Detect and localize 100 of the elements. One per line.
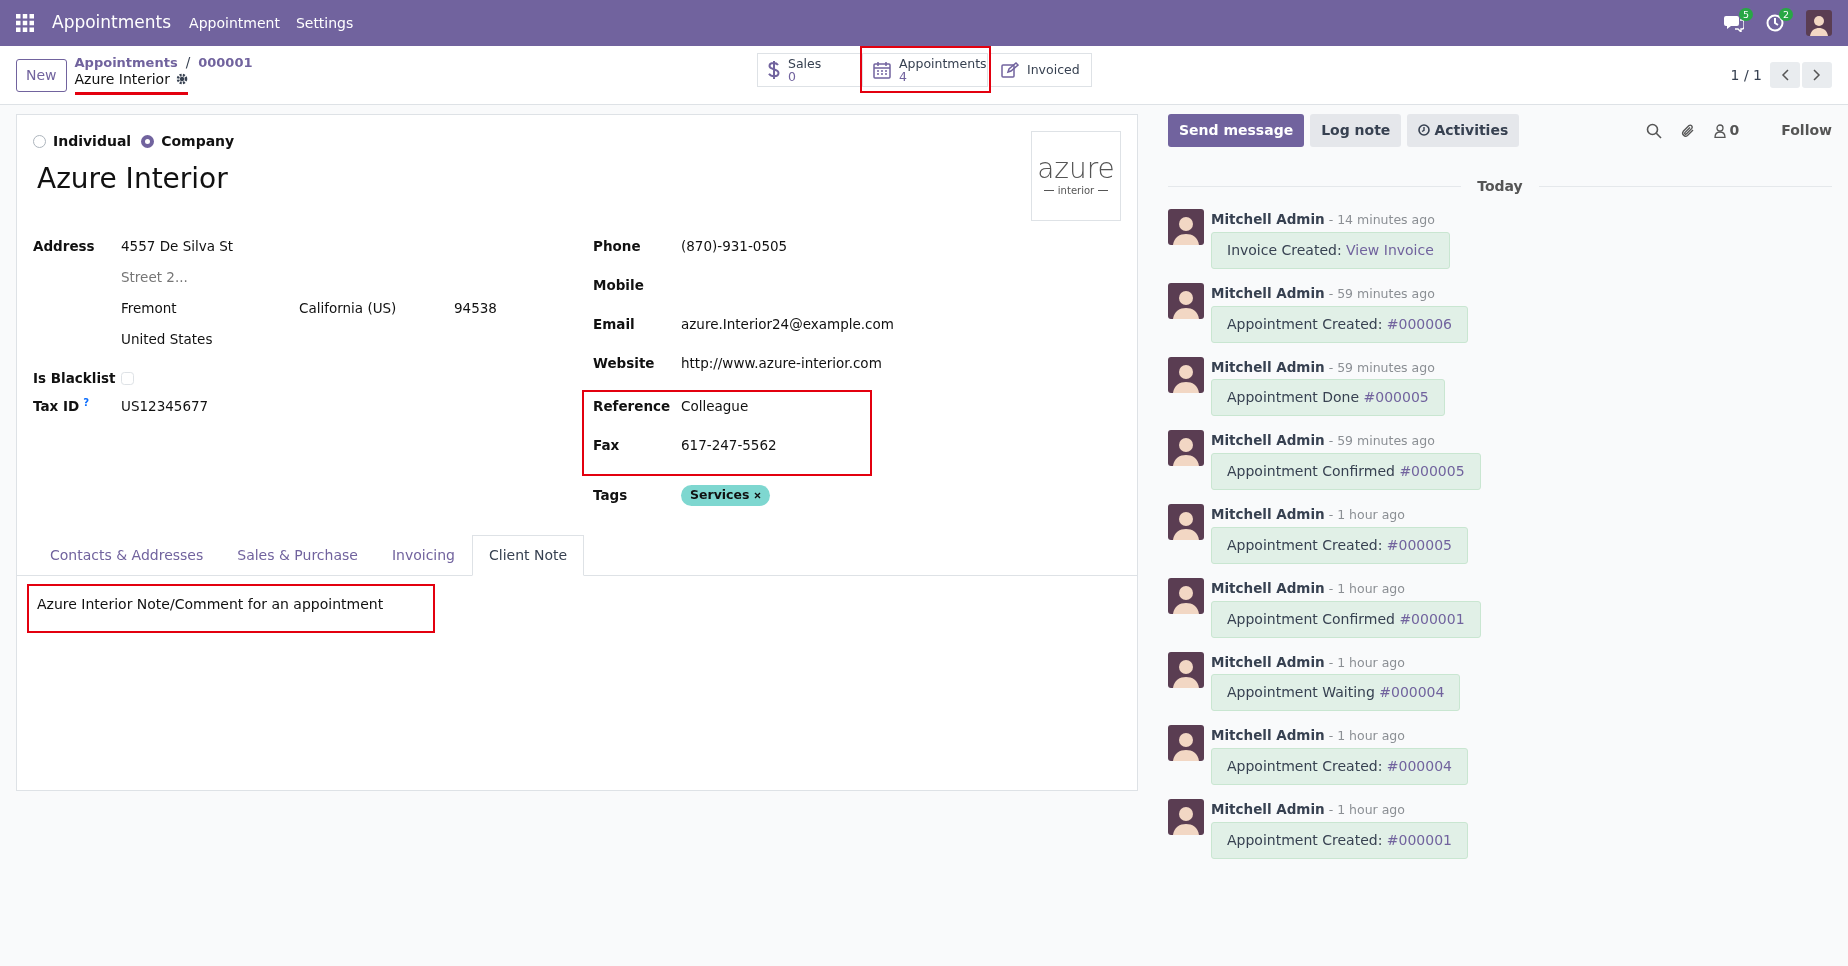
field-label: Phone	[593, 237, 642, 256]
message-link[interactable]: #000005	[1363, 389, 1429, 406]
form-tab[interactable]: Sales & Purchase	[220, 535, 375, 576]
message-body: Appointment Done #000005	[1211, 379, 1445, 417]
message-time: - 14 minutes ago	[1328, 211, 1435, 229]
avatar-icon[interactable]	[1168, 725, 1204, 762]
chatter-button[interactable]: Activities	[1407, 114, 1520, 147]
pager-value: 1 / 1	[1730, 65, 1762, 85]
menu-item[interactable]: Appointment	[189, 12, 280, 34]
clock-icon	[1418, 124, 1431, 136]
message-time: - 59 minutes ago	[1328, 358, 1435, 377]
author-name[interactable]: Mitchell Admin	[1211, 356, 1325, 377]
field-label: Email	[593, 315, 636, 334]
message-link[interactable]: #000005	[1399, 463, 1465, 479]
field-value[interactable]: http://www.azure-interior.com	[681, 353, 882, 374]
record-name: Azure Interior	[74, 71, 170, 88]
activity-count-badge: 2	[1778, 8, 1793, 21]
author-name[interactable]: Mitchell Admin	[1211, 430, 1325, 451]
tax-id-field[interactable]: US12345677	[121, 396, 209, 417]
message-link[interactable]: #000001	[1399, 610, 1465, 627]
message-body: Invoice Created: View Invoice	[1211, 231, 1450, 269]
smart-button[interactable]: Appointments 4	[862, 53, 988, 87]
message-link[interactable]: #000004	[1386, 758, 1452, 774]
message-time: - 1 hour ago	[1328, 801, 1405, 819]
field-value[interactable]: (870)-931-0505	[681, 236, 788, 257]
app-name[interactable]: Appointments	[52, 10, 172, 36]
author-name[interactable]: Mitchell Admin	[1211, 209, 1325, 230]
calendar-icon	[873, 61, 891, 79]
field-value[interactable]: 617-247-5562	[681, 435, 777, 456]
form-tab[interactable]: Invoicing	[374, 535, 472, 576]
breadcrumb-link[interactable]: 000001	[198, 55, 253, 71]
message-body: Appointment Confirmed #000001	[1211, 600, 1481, 638]
remove-icon[interactable]	[754, 492, 762, 499]
field-value[interactable]: Colleague	[681, 396, 749, 417]
state-field[interactable]: California (US)	[299, 298, 454, 329]
message-body: Appointment Created: #000001	[1211, 821, 1468, 859]
search-icon[interactable]	[1646, 122, 1663, 139]
message-body: Appointment Confirmed #000005	[1211, 453, 1481, 490]
zip-field[interactable]: 94538	[454, 298, 497, 329]
partner-name[interactable]: Azure Interior	[37, 158, 228, 200]
field-label: Is Blacklist	[33, 368, 117, 388]
avatar-icon[interactable]	[1168, 209, 1204, 245]
message-time: - 59 minutes ago	[1328, 284, 1435, 303]
message-time: - 59 minutes ago	[1328, 432, 1435, 451]
date-separator: Today	[1477, 177, 1523, 196]
message-count-badge: 5	[1738, 8, 1753, 21]
person-icon[interactable]	[1714, 123, 1727, 138]
author-name[interactable]: Mitchell Admin	[1211, 504, 1325, 525]
follow-button[interactable]: Follow	[1781, 120, 1832, 141]
message-link[interactable]: #000006	[1386, 315, 1452, 332]
form-tab[interactable]: Contacts & Addresses	[33, 535, 221, 576]
message-body: Appointment Created: #000006	[1211, 305, 1468, 343]
field-value[interactable]: azure.Interior24@example.com	[681, 314, 894, 335]
apps-menu-icon[interactable]	[16, 14, 34, 32]
avatar-icon[interactable]	[1168, 799, 1204, 835]
author-name[interactable]: Mitchell Admin	[1211, 282, 1325, 303]
field-label: Website	[593, 354, 656, 373]
help-icon[interactable]: ?	[83, 396, 90, 408]
form-tab[interactable]: Client Note	[472, 535, 585, 576]
avatar-icon[interactable]	[1168, 577, 1204, 614]
street-field[interactable]: 4557 De Silva St	[121, 236, 234, 267]
new-button[interactable]: New	[16, 58, 67, 92]
avatar-icon[interactable]	[1168, 282, 1204, 319]
message-body: Appointment Created: #000005	[1211, 526, 1468, 564]
radio-option[interactable]: Individual	[33, 131, 132, 152]
message-link[interactable]: #000001	[1386, 831, 1452, 848]
avatar-icon[interactable]	[1168, 356, 1204, 393]
chatter-button[interactable]: Log note	[1310, 114, 1402, 147]
author-name[interactable]: Mitchell Admin	[1211, 725, 1325, 746]
client-note-text[interactable]: Azure Interior Note/Comment for an appointment	[37, 596, 384, 612]
author-name[interactable]: Mitchell Admin	[1211, 651, 1325, 672]
follower-count[interactable]: 0	[1729, 120, 1740, 141]
chat-bubbles-icon[interactable]	[1724, 14, 1744, 32]
avatar-icon[interactable]	[1168, 504, 1204, 540]
message-link[interactable]: View Invoice	[1346, 241, 1434, 258]
message-link[interactable]: #000004	[1379, 684, 1445, 701]
menu-item[interactable]: Settings	[295, 12, 354, 34]
author-name[interactable]: Mitchell Admin	[1211, 799, 1325, 820]
next-icon[interactable]	[1802, 62, 1832, 88]
avatar-icon[interactable]	[1168, 430, 1204, 467]
company-logo[interactable]: azure interior	[1031, 131, 1121, 221]
message-link[interactable]: #000005	[1386, 536, 1452, 553]
avatar-icon[interactable]	[1168, 651, 1204, 688]
message-time: - 1 hour ago	[1328, 727, 1405, 746]
clock-icon[interactable]	[1766, 14, 1784, 32]
chatter-button[interactable]: Send message	[1168, 114, 1305, 147]
edit-document-icon	[1001, 62, 1019, 78]
smart-button[interactable]: Sales 0	[757, 53, 861, 87]
tag-chip[interactable]: Services	[681, 485, 771, 506]
country-field[interactable]: United States	[121, 329, 213, 360]
city-field[interactable]: Fremont	[121, 298, 299, 329]
author-name[interactable]: Mitchell Admin	[1211, 577, 1325, 598]
message-time: - 1 hour ago	[1328, 579, 1405, 598]
breadcrumb-separator: /	[185, 55, 191, 71]
message-body: Appointment Created: #000004	[1211, 748, 1468, 785]
radio-option[interactable]: Company	[141, 131, 235, 152]
user-avatar-icon[interactable]	[1806, 10, 1832, 36]
smart-button[interactable]: Invoiced	[990, 53, 1092, 87]
breadcrumb-link[interactable]: Appointments	[74, 55, 178, 71]
blacklist-checkbox[interactable]	[121, 371, 134, 385]
